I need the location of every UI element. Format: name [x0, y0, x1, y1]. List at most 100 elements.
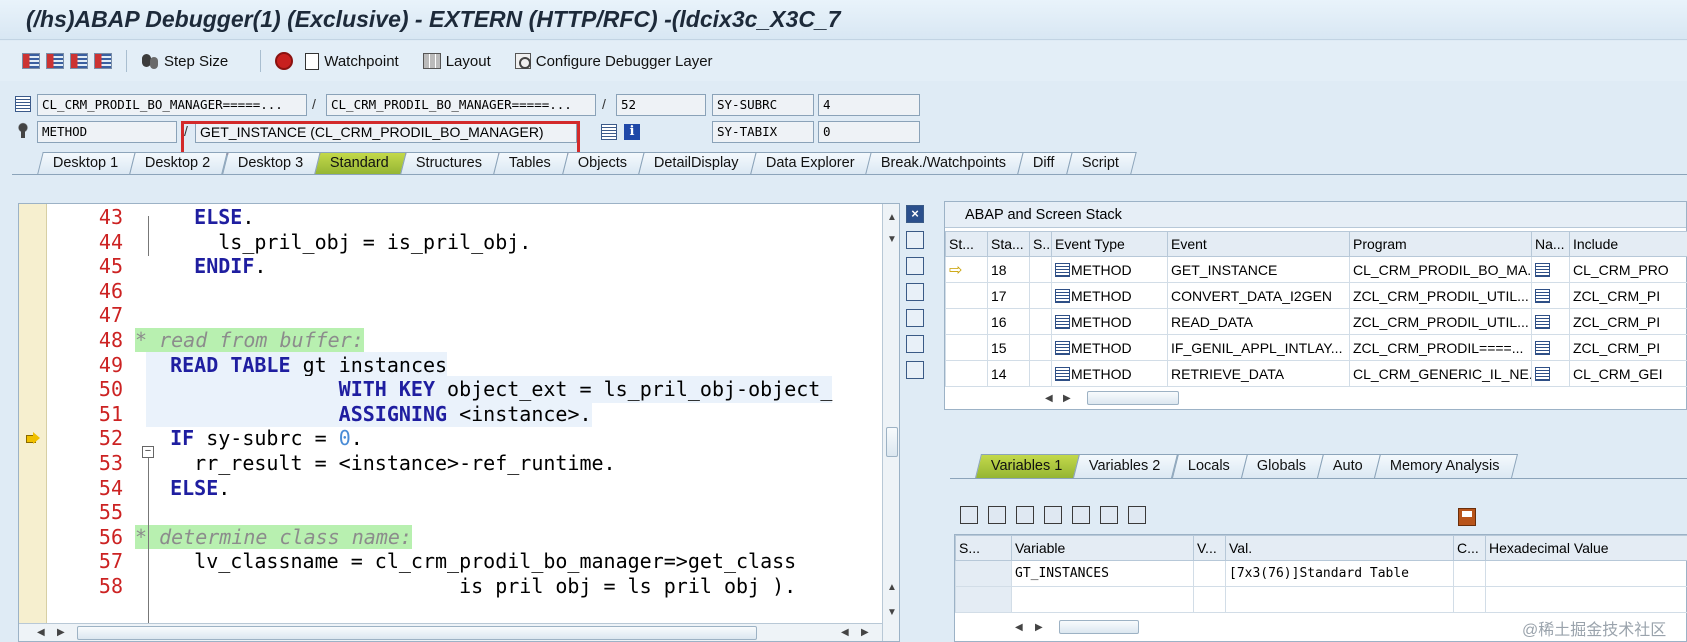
hscroll-thumb[interactable]: [1087, 391, 1179, 405]
navigate-icon[interactable]: [1535, 262, 1550, 277]
folder-icon[interactable]: [1128, 506, 1146, 524]
stack-row[interactable]: 15 METHOD IF_GENIL_APPL_INTLAY... ZCL_CRM_P…: [945, 334, 1687, 361]
tab-tables[interactable]: Tables: [493, 152, 569, 174]
tab-variables-2[interactable]: Variables 2: [1073, 454, 1179, 478]
save-icon[interactable]: [1458, 508, 1476, 526]
resize-tool-icon[interactable]: [906, 309, 924, 327]
variable-row[interactable]: GT_INSTANCES [7x3(76)]Standard Table: [955, 560, 1687, 587]
variables-column-header[interactable]: Val.: [1225, 535, 1454, 561]
tab-desktop-3[interactable]: Desktop 3: [221, 152, 321, 174]
move-icon[interactable]: [1100, 506, 1118, 524]
code-line[interactable]: 49 READ TABLE gt_instances: [19, 351, 882, 379]
variables-column-header[interactable]: Hexadecimal Value: [1485, 535, 1687, 561]
export-icon[interactable]: [1016, 506, 1034, 524]
variables-column-header[interactable]: Variable: [1011, 535, 1194, 561]
fold-toggle[interactable]: −: [142, 446, 154, 458]
tab-diff[interactable]: Diff: [1017, 152, 1073, 174]
editor-horizontal-scrollbar[interactable]: ◀ ▶ ◀ ▶: [19, 623, 882, 641]
scroll-left-arrow[interactable]: ◀: [1015, 622, 1023, 633]
code-line[interactable]: 48 * read from buffer:: [19, 327, 882, 354]
code-line[interactable]: 45 ENDIF.: [19, 253, 882, 280]
services-tool-icon[interactable]: [906, 335, 924, 353]
info-icon[interactable]: i: [624, 124, 640, 140]
stack-row[interactable]: 16 METHOD READ_DATA ZCL_CRM_PRODIL_UTIL... Z…: [945, 308, 1687, 335]
code-line[interactable]: 46: [19, 278, 882, 305]
tab-locals[interactable]: Locals: [1171, 454, 1248, 478]
code-line[interactable]: 47: [19, 302, 882, 329]
tab-break-watchpoints[interactable]: Break./Watchpoints: [865, 152, 1025, 174]
step-size-button[interactable]: Step Size: [141, 52, 228, 70]
sy-tabix-value[interactable]: 0: [818, 121, 920, 143]
tab-memory-analysis[interactable]: Memory Analysis: [1373, 454, 1518, 478]
stack-column-header[interactable]: Event: [1167, 231, 1350, 257]
step-over-icon[interactable]: [46, 53, 64, 69]
stack-column-header[interactable]: St...: [945, 231, 988, 257]
hscroll-thumb[interactable]: [1059, 620, 1139, 634]
code-line[interactable]: 51 ASSIGNING <instance>.: [19, 400, 882, 428]
tab-desktop-2[interactable]: Desktop 2: [129, 152, 229, 174]
vscroll-thumb[interactable]: [886, 427, 898, 457]
variable-name-cell[interactable]: GT_INSTANCES: [1011, 560, 1194, 587]
save-layout-icon[interactable]: [906, 361, 924, 379]
tab-script[interactable]: Script: [1066, 152, 1137, 174]
scroll-right-arrow[interactable]: ▶: [1063, 393, 1071, 404]
layout-button[interactable]: Layout: [422, 53, 491, 70]
scroll-left-arrow[interactable]: ◀: [37, 627, 45, 638]
stack-hscroll[interactable]: ◀ ▶: [945, 386, 1687, 410]
sy-subrc-value[interactable]: 4: [818, 94, 920, 116]
source-list-icon[interactable]: [15, 96, 31, 112]
scroll-right-arrow[interactable]: ▶: [57, 627, 65, 638]
stack-column-header[interactable]: Include: [1569, 231, 1687, 257]
tab-standard[interactable]: Standard: [314, 152, 407, 174]
scroll-up-arrow[interactable]: ▲: [887, 582, 897, 593]
close-tool-icon[interactable]: ×: [906, 205, 924, 223]
variable-row-empty[interactable]: [955, 586, 1687, 613]
step-into-icon[interactable]: [22, 53, 40, 69]
display-source-icon[interactable]: [601, 124, 617, 140]
configure-layer-button[interactable]: Configure Debugger Layer: [514, 53, 713, 70]
navigate-icon[interactable]: [1535, 314, 1550, 329]
scroll-left-arrow[interactable]: ◀: [841, 627, 849, 638]
event-type-field[interactable]: METHOD: [37, 121, 177, 143]
tab-auto[interactable]: Auto: [1317, 454, 1381, 478]
scroll-right-arrow[interactable]: ▶: [861, 627, 869, 638]
scroll-up-arrow[interactable]: ▲: [887, 212, 897, 223]
program-field[interactable]: CL_CRM_PRODIL_BO_MANAGER=====...: [37, 94, 307, 116]
tab-detaildisplay[interactable]: DetailDisplay: [638, 152, 757, 174]
line-number-field[interactable]: 52: [616, 94, 706, 116]
delete-icon[interactable]: [960, 506, 978, 524]
navigate-icon[interactable]: [1535, 340, 1550, 355]
watchpoint-button[interactable]: Watchpoint: [305, 52, 399, 70]
stack-column-header[interactable]: Event Type: [1051, 231, 1168, 257]
navigate-icon[interactable]: [1535, 366, 1550, 381]
stack-row[interactable]: 17 METHOD CONVERT_DATA_I2GEN ZCL_CRM_PRODIL…: [945, 282, 1687, 309]
editor-vertical-scrollbar[interactable]: ▲ ▼ ▲ ▼: [882, 204, 899, 641]
swap-tool-icon[interactable]: [906, 257, 924, 275]
source-code-editor[interactable]: 43 ELSE. 44 ls_pril_obj = is_pril_obj. 45 …: [18, 203, 900, 642]
new-tool-icon[interactable]: [906, 231, 924, 249]
tab-structures[interactable]: Structures: [400, 152, 500, 174]
variables-column-header[interactable]: C...: [1453, 535, 1486, 561]
hierarchy-icon[interactable]: [1072, 506, 1090, 524]
scroll-down-arrow[interactable]: ▼: [887, 234, 897, 245]
tab-data-explorer[interactable]: Data Explorer: [749, 152, 872, 174]
maximize-tool-icon[interactable]: [906, 283, 924, 301]
stack-column-header[interactable]: Na...: [1531, 231, 1570, 257]
stack-column-header[interactable]: S..: [1029, 231, 1052, 257]
tab-objects[interactable]: Objects: [562, 152, 645, 174]
variable-value-cell[interactable]: [7x3(76)]Standard Table: [1225, 560, 1454, 587]
import-icon[interactable]: [988, 506, 1006, 524]
scroll-down-arrow[interactable]: ▼: [887, 607, 897, 618]
hscroll-thumb[interactable]: [77, 626, 757, 640]
stack-column-header[interactable]: Sta...: [987, 231, 1030, 257]
code-line[interactable]: 50 WITH KEY object_ext = ls_pril_obj-obj…: [19, 376, 882, 403]
stop-button[interactable]: [275, 52, 294, 70]
scroll-right-arrow[interactable]: ▶: [1035, 622, 1043, 633]
scroll-left-arrow[interactable]: ◀: [1045, 393, 1053, 404]
navigate-icon[interactable]: [1535, 288, 1550, 303]
stack-column-header[interactable]: Program: [1349, 231, 1532, 257]
include-field[interactable]: CL_CRM_PRODIL_BO_MANAGER=====...: [326, 94, 596, 116]
export-red-icon[interactable]: [1044, 506, 1062, 524]
step-return-icon[interactable]: [70, 53, 88, 69]
variables-column-header[interactable]: V...: [1193, 535, 1226, 561]
